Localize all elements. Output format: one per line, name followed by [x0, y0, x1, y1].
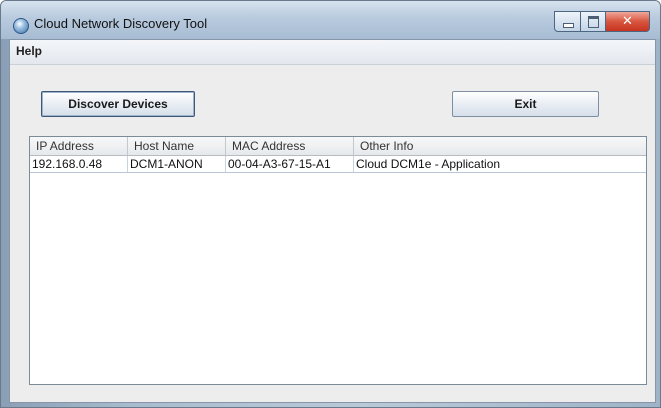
- window-controls: ✕: [554, 11, 650, 32]
- column-header-ip-address[interactable]: IP Address: [30, 137, 128, 155]
- table-row[interactable]: 192.168.0.48 DCM1-ANON 00-04-A3-67-15-A1…: [30, 156, 646, 173]
- cell-mac-address: 00-04-A3-67-15-A1: [226, 156, 354, 172]
- devices-table: IP Address Host Name MAC Address Other I…: [29, 136, 647, 385]
- menu-bar: Help: [10, 40, 655, 65]
- window-title: Cloud Network Discovery Tool: [34, 16, 208, 31]
- close-button[interactable]: ✕: [606, 11, 650, 32]
- table-header: IP Address Host Name MAC Address Other I…: [30, 137, 646, 156]
- cloud-app-icon[interactable]: [13, 18, 29, 34]
- content-frame: Help Discover Devices Exit IP Address Ho…: [9, 39, 656, 403]
- column-header-other-info[interactable]: Other Info: [354, 137, 646, 155]
- menu-help[interactable]: Help: [16, 44, 42, 58]
- cell-other-info: Cloud DCM1e - Application: [356, 157, 501, 171]
- maximize-icon: [588, 16, 599, 28]
- title-bar[interactable]: Cloud Network Discovery Tool ✕: [1, 1, 660, 39]
- maximize-button[interactable]: [581, 11, 606, 32]
- minimize-icon: [563, 23, 574, 28]
- minimize-button[interactable]: [554, 11, 581, 32]
- column-header-host-name[interactable]: Host Name: [128, 137, 226, 155]
- close-icon: ✕: [622, 14, 633, 29]
- exit-button[interactable]: Exit: [452, 91, 599, 117]
- cell-host-name: DCM1-ANON: [128, 156, 226, 172]
- app-window: Cloud Network Discovery Tool ✕ Help Disc…: [0, 0, 661, 408]
- discover-devices-button[interactable]: Discover Devices: [41, 91, 195, 117]
- cell-ip-address: 192.168.0.48: [30, 156, 128, 172]
- column-header-mac-address[interactable]: MAC Address: [226, 137, 354, 155]
